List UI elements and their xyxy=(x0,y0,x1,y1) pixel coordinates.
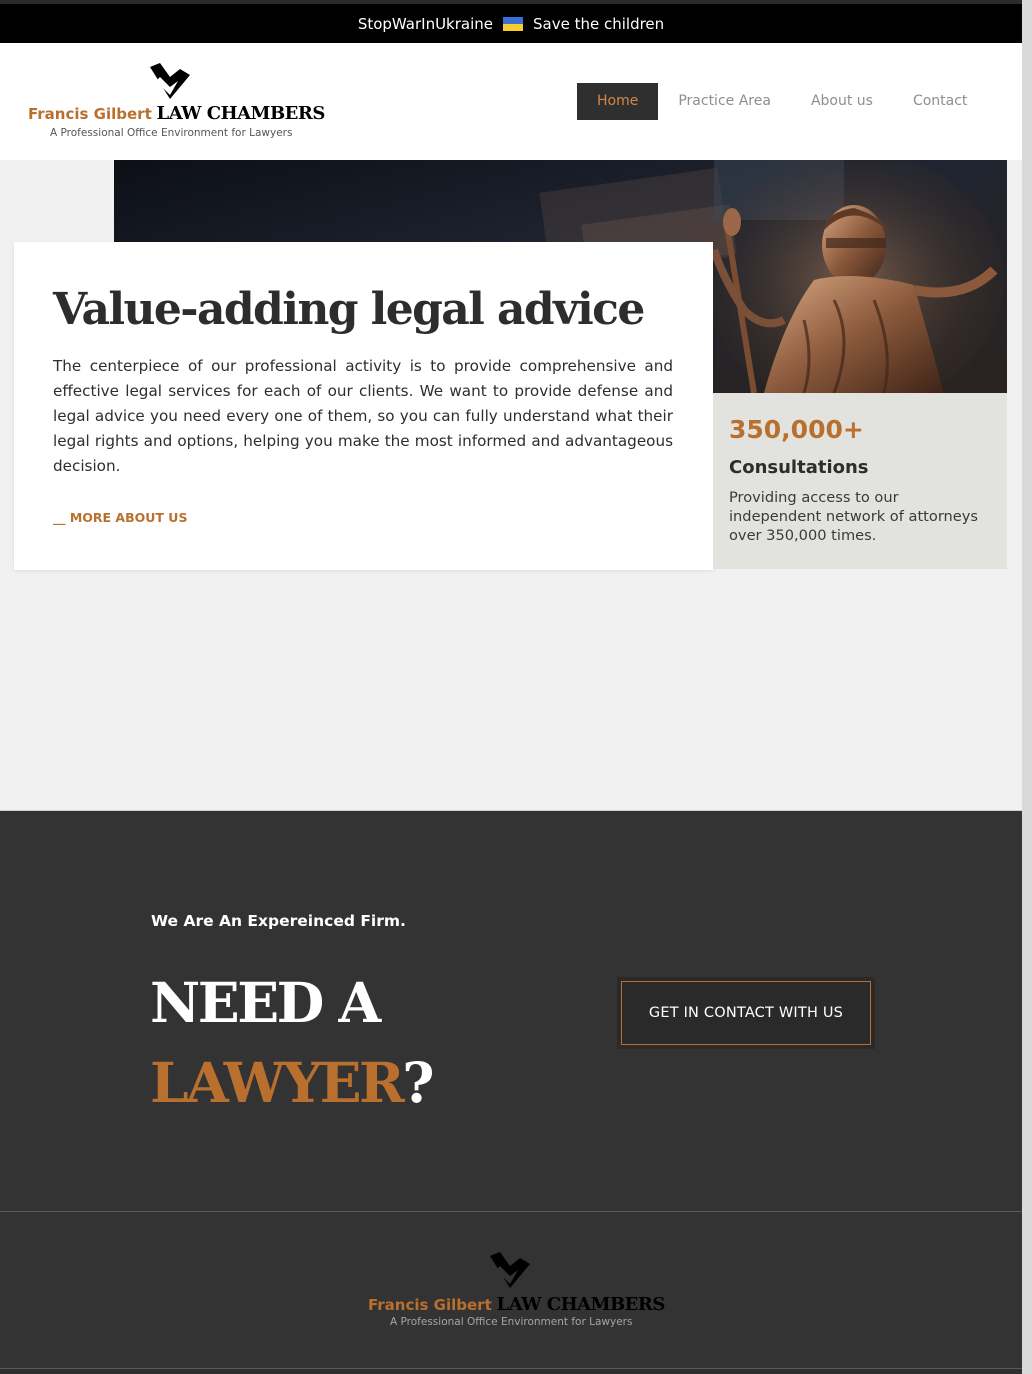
contact-button-frame: GET IN CONTACT WITH US xyxy=(617,977,875,1049)
nav-item-home[interactable]: Home xyxy=(577,83,659,120)
cta-kicker: We Are An Expereinced Firm. xyxy=(151,912,406,930)
cta-heading: NEED A LAWYER? xyxy=(150,963,434,1123)
logo-brand-name: Francis Gilbert xyxy=(28,105,152,123)
main-nav: Home Practice Area About us Contact xyxy=(577,83,987,120)
stat-description: Providing access to our independent netw… xyxy=(729,489,979,544)
ukraine-flag-icon xyxy=(503,16,524,31)
logo-tagline: A Professional Office Environment for La… xyxy=(50,127,293,139)
footer-tagline: A Professional Office Environment for La… xyxy=(390,1316,633,1328)
hero-title: Value-adding legal advice xyxy=(53,284,645,335)
get-in-contact-button[interactable]: GET IN CONTACT WITH US xyxy=(621,981,871,1045)
site-footer: Francis Gilbert LAW CHAMBERS A Professio… xyxy=(0,1211,1022,1369)
footer-logo[interactable]: Francis Gilbert LAW CHAMBERS A Professio… xyxy=(368,1252,668,1332)
banner-left-text: StopWarInUkraine xyxy=(357,14,494,33)
footer-brand-name: Francis Gilbert xyxy=(368,1296,492,1314)
header-logo[interactable]: Francis Gilbert LAW CHAMBERS A Professio… xyxy=(28,63,328,143)
nav-item-contact[interactable]: Contact xyxy=(893,83,987,120)
cta-section: We Are An Expereinced Firm. NEED A LAWYE… xyxy=(0,810,1022,1211)
site-header: Francis Gilbert LAW CHAMBERS A Professio… xyxy=(0,43,1022,160)
chevron-logo-icon xyxy=(150,63,190,99)
page-right-edge xyxy=(1022,0,1032,1374)
ukraine-banner: StopWarInUkraine Save the children xyxy=(0,0,1022,43)
footer-brand-suffix: LAW CHAMBERS xyxy=(496,1294,666,1315)
banner-right-text: Save the children xyxy=(533,14,665,33)
cta-heading-highlight: LAWYER xyxy=(150,1050,405,1115)
stat-label: Consultations xyxy=(729,457,869,478)
logo-brand-suffix: LAW CHAMBERS xyxy=(156,103,326,124)
stat-number: 350,000+ xyxy=(729,415,864,444)
nav-item-practice-area[interactable]: Practice Area xyxy=(658,83,791,120)
page-bottom-bar xyxy=(0,1369,1022,1374)
hero-body: The centerpiece of our professional acti… xyxy=(53,357,673,476)
chevron-logo-icon xyxy=(490,1252,530,1288)
footer-logo-text: Francis Gilbert LAW CHAMBERS xyxy=(368,1294,665,1315)
more-about-us-link[interactable]: __ MORE ABOUT US xyxy=(53,510,187,525)
cta-heading-suffix: ? xyxy=(402,1050,434,1115)
nav-item-about-us[interactable]: About us xyxy=(791,83,893,120)
hero-card: Value-adding legal advice The centerpiec… xyxy=(14,242,713,570)
stat-card: 350,000+ Consultations Providing access … xyxy=(713,393,1007,569)
logo-text: Francis Gilbert LAW CHAMBERS xyxy=(28,103,325,124)
cta-heading-line1: NEED A xyxy=(150,970,381,1035)
